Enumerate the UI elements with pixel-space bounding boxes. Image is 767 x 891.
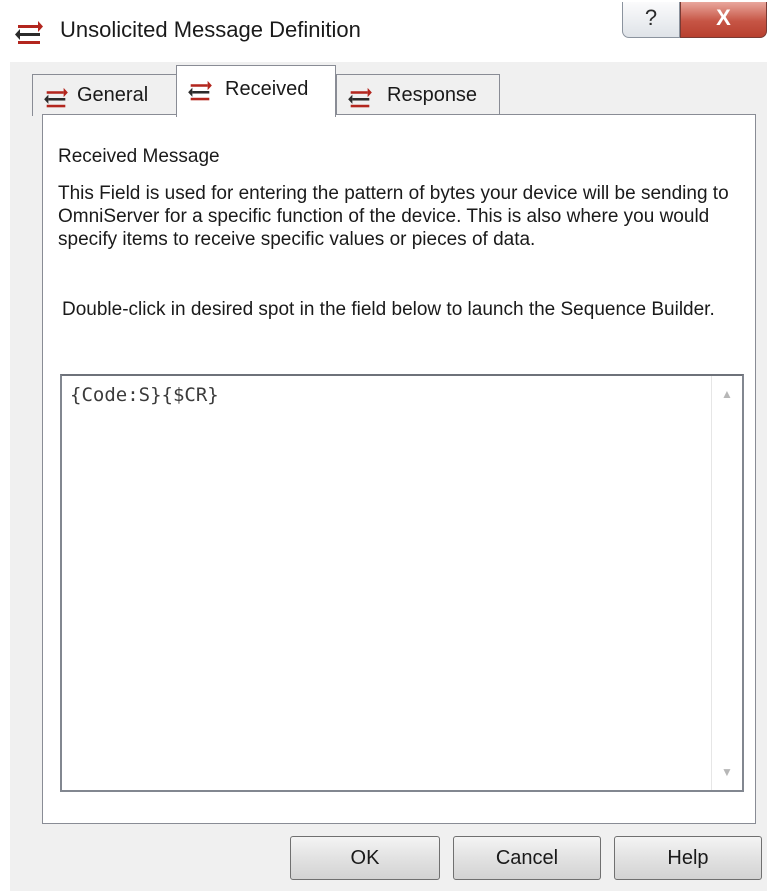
tab-general[interactable]: General: [32, 74, 180, 116]
received-message-field[interactable]: {Code:S}{$CR} ▲ ▼: [60, 374, 744, 792]
tab-received[interactable]: Received: [176, 65, 336, 117]
close-caption-button[interactable]: X: [680, 2, 767, 38]
message-arrows-icon: [15, 21, 43, 44]
received-description: This Field is used for entering the patt…: [58, 183, 729, 250]
tab-general-label: General: [77, 84, 149, 106]
question-mark-icon: ?: [644, 5, 658, 30]
ok-button[interactable]: OK: [290, 836, 440, 880]
message-arrows-icon: [44, 87, 68, 108]
window-title: Unsolicited Message Definition: [60, 17, 361, 42]
tab-received-label: Received: [225, 78, 309, 100]
dialog-client-area: General Received Response Received Messa…: [10, 62, 767, 891]
cancel-button[interactable]: Cancel: [453, 836, 601, 880]
scroll-up-arrow-icon[interactable]: ▲: [712, 380, 742, 408]
vertical-scrollbar[interactable]: ▲ ▼: [711, 376, 742, 790]
message-arrows-icon: [188, 80, 212, 101]
sequence-builder-hint: Double-click in desired spot in the fiel…: [62, 299, 715, 320]
received-message-value: {Code:S}{$CR}: [70, 384, 219, 406]
tab-response[interactable]: Response: [336, 74, 500, 116]
help-button[interactable]: Help: [614, 836, 762, 880]
received-message-label: Received Message: [58, 146, 220, 167]
title-bar: Unsolicited Message Definition ? X: [0, 0, 767, 62]
scroll-down-arrow-icon[interactable]: ▼: [712, 758, 742, 786]
close-icon: X: [716, 5, 731, 30]
help-caption-button[interactable]: ?: [622, 2, 680, 38]
message-arrows-icon: [348, 87, 372, 108]
tab-response-label: Response: [387, 84, 478, 106]
